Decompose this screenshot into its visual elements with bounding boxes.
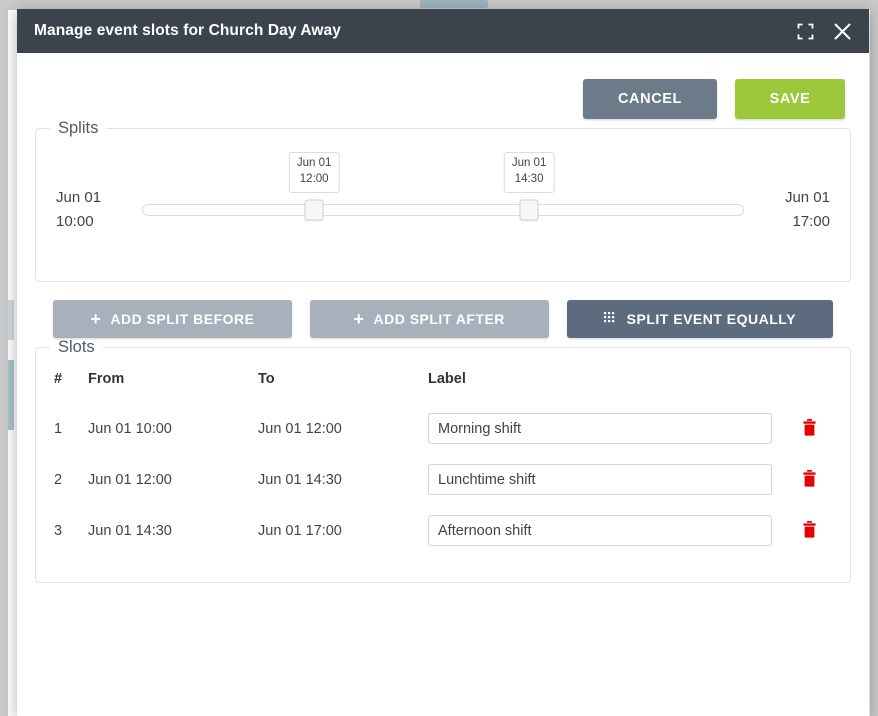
slider-handle-1[interactable] bbox=[304, 199, 324, 220]
slider-start-time: 10:00 bbox=[56, 212, 94, 230]
slot-to: Jun 01 12:00 bbox=[258, 420, 342, 437]
dialog-header: Manage event slots for Church Day Away bbox=[17, 9, 869, 53]
manage-event-slots-dialog: Manage event slots for Church Day Away C… bbox=[17, 9, 869, 716]
split-event-equally-label: SPLIT EVENT EQUALLY bbox=[626, 311, 796, 327]
plus-icon: + bbox=[90, 309, 102, 329]
slots-table-head: # From To Label bbox=[54, 361, 832, 403]
slot-number: 3 bbox=[54, 522, 63, 539]
background-rail bbox=[8, 360, 14, 430]
slots-header-row: # From To Label bbox=[54, 361, 832, 403]
slot-number: 2 bbox=[54, 471, 63, 488]
add-split-before-label: ADD SPLIT BEFORE bbox=[110, 311, 255, 327]
slot-number: 1 bbox=[54, 420, 63, 437]
background-chip bbox=[420, 0, 488, 8]
slider-handle-tooltip-1-date: Jun 01 bbox=[296, 157, 332, 170]
slider-handle-tooltip-1: Jun 01 12:00 bbox=[288, 152, 340, 193]
dialog-top-actions: CANCEL SAVE bbox=[35, 53, 851, 119]
slot-from: Jun 01 10:00 bbox=[88, 420, 172, 437]
slider-end-time: 17:00 bbox=[792, 212, 830, 230]
add-split-before-button[interactable]: + ADD SPLIT BEFORE bbox=[53, 300, 292, 338]
split-event-equally-button[interactable]: SPLIT EVENT EQUALLY bbox=[566, 300, 833, 338]
slider-end-label: Jun 01 17:00 bbox=[758, 186, 830, 233]
splits-content: Jun 01 10:00 Jun 01 12:00 Jun 01 14:30 J… bbox=[36, 138, 850, 281]
add-split-after-label: ADD SPLIT AFTER bbox=[373, 311, 505, 327]
slider-start-label: Jun 01 10:00 bbox=[56, 186, 128, 233]
add-split-after-button[interactable]: + ADD SPLIT AFTER bbox=[309, 300, 549, 338]
column-header-from: From bbox=[88, 371, 125, 387]
slots-section: Slots # From To Label 1 Jun 01 10:00 Jun 0… bbox=[35, 338, 851, 583]
split-actions-row: + ADD SPLIT BEFORE + ADD SPLIT AFTER SPL… bbox=[35, 300, 851, 338]
slot-label-input[interactable] bbox=[428, 413, 772, 444]
grid-icon bbox=[603, 311, 618, 327]
delete-slot-button[interactable] bbox=[797, 417, 821, 441]
trash-icon bbox=[802, 520, 817, 541]
dialog-body: CANCEL SAVE Splits Jun 01 10:00 Jun 01 1… bbox=[17, 53, 869, 716]
expand-icon[interactable] bbox=[794, 20, 816, 42]
table-row: 3 Jun 01 14:30 Jun 01 17:00 bbox=[54, 505, 832, 556]
plus-icon: + bbox=[353, 309, 365, 329]
slider-handle-tooltip-1-time: 12:00 bbox=[299, 172, 329, 185]
slot-from: Jun 01 12:00 bbox=[88, 471, 172, 488]
slider-handle-tooltip-2: Jun 01 14:30 bbox=[503, 152, 555, 193]
close-icon[interactable] bbox=[831, 20, 853, 42]
dialog-title: Manage event slots for Church Day Away bbox=[34, 22, 341, 39]
delete-slot-button[interactable] bbox=[797, 468, 821, 492]
slots-table: # From To Label 1 Jun 01 10:00 Jun 01 12:0… bbox=[54, 361, 832, 556]
cancel-button[interactable]: CANCEL bbox=[583, 79, 717, 119]
slider-handle-2[interactable] bbox=[519, 199, 539, 220]
dialog-header-actions bbox=[794, 20, 853, 42]
column-header-number: # bbox=[54, 371, 63, 387]
save-button[interactable]: SAVE bbox=[735, 79, 845, 119]
trash-icon bbox=[802, 418, 817, 439]
slots-legend: Slots bbox=[58, 338, 95, 356]
splits-section: Splits Jun 01 10:00 Jun 01 12:00 Jun 01 bbox=[35, 119, 851, 282]
trash-icon bbox=[802, 469, 817, 490]
slider-handle-tooltip-2-date: Jun 01 bbox=[511, 157, 547, 170]
slots-content: # From To Label 1 Jun 01 10:00 Jun 01 12:0… bbox=[36, 357, 850, 556]
slider-start-date: Jun 01 bbox=[56, 189, 102, 207]
slot-label-input[interactable] bbox=[428, 464, 772, 495]
splits-slider[interactable]: Jun 01 12:00 Jun 01 14:30 bbox=[142, 152, 744, 240]
slider-end-date: Jun 01 bbox=[784, 189, 830, 207]
slot-from: Jun 01 14:30 bbox=[88, 522, 172, 539]
delete-slot-button[interactable] bbox=[797, 519, 821, 543]
column-header-to: To bbox=[258, 371, 275, 387]
slot-to: Jun 01 17:00 bbox=[258, 522, 342, 539]
slider-track[interactable] bbox=[142, 203, 744, 216]
slot-label-input[interactable] bbox=[428, 515, 772, 546]
slots-table-body: 1 Jun 01 10:00 Jun 01 12:00 2 Jun 01 12:00 Ju… bbox=[54, 403, 832, 556]
column-header-delete bbox=[786, 361, 832, 403]
table-row: 2 Jun 01 12:00 Jun 01 14:30 bbox=[54, 454, 832, 505]
background-rail-upper bbox=[8, 300, 14, 340]
splits-legend: Splits bbox=[58, 119, 99, 137]
table-row: 1 Jun 01 10:00 Jun 01 12:00 bbox=[54, 403, 832, 454]
column-header-label: Label bbox=[428, 371, 466, 387]
slider-handle-tooltip-2-time: 14:30 bbox=[514, 172, 544, 185]
slot-to: Jun 01 14:30 bbox=[258, 471, 342, 488]
